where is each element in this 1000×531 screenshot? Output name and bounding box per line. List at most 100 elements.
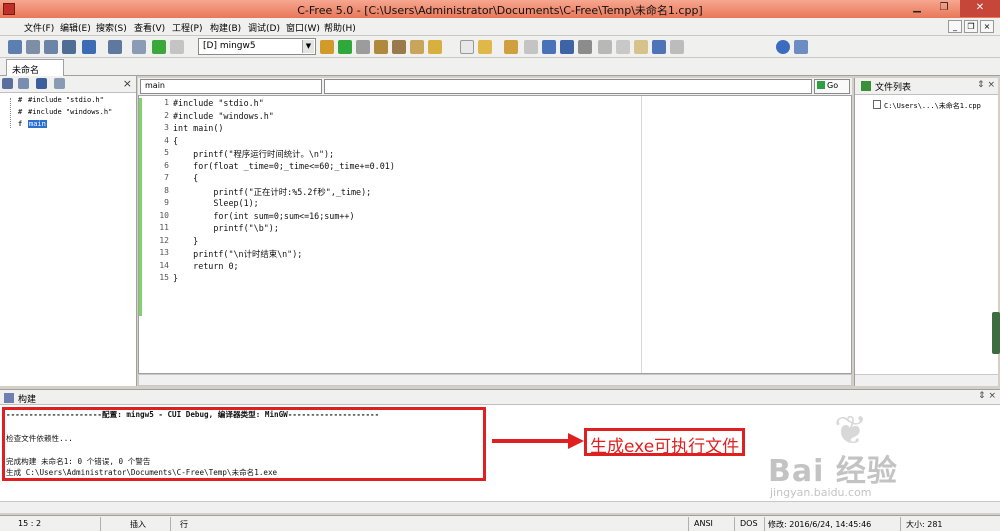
mdi-close-button[interactable]: × — [980, 20, 994, 33]
redo-icon[interactable] — [670, 40, 684, 54]
code-icon[interactable] — [108, 40, 122, 54]
file-list-panel: 文件列表 ⇕ × C:\Users\...\未命名1.cpp — [854, 78, 998, 386]
file-icon — [873, 100, 881, 109]
close-button[interactable]: ✕ — [960, 0, 1000, 17]
back-icon[interactable] — [152, 40, 166, 54]
code-line: { — [173, 173, 199, 183]
symbol-main[interactable]: f main — [18, 120, 47, 132]
sort-icon[interactable] — [2, 78, 13, 89]
code-line: printf("\b"); — [173, 223, 279, 233]
replace-icon[interactable] — [26, 40, 40, 54]
file-list-item[interactable]: C:\Users\...\未命名1.cpp — [873, 100, 981, 111]
save-icon[interactable] — [542, 40, 556, 54]
code-line: printf("\n计时结束\n"); — [173, 249, 303, 259]
symbol-label: #include "windows.h" — [28, 108, 113, 116]
help-icon[interactable] — [776, 40, 790, 54]
tab-untitled1-cpp[interactable]: 未命名1.cpp — [6, 59, 64, 86]
symbol-include-stdio[interactable]: # #include "stdio.h" — [18, 96, 104, 108]
go-label: Go — [827, 81, 839, 90]
format-icon[interactable] — [132, 40, 146, 54]
menu-debug[interactable]: 调试(D) — [248, 21, 280, 34]
breakpoint-icon[interactable] — [428, 40, 442, 54]
member-select[interactable] — [324, 79, 812, 94]
find-icon[interactable] — [8, 40, 22, 54]
symbol-select-value: main — [145, 81, 165, 90]
menu-view[interactable]: 查看(V) — [134, 21, 165, 34]
run-icon[interactable] — [338, 40, 352, 54]
menu-edit[interactable]: 编辑(E) — [60, 21, 91, 34]
change-bar — [139, 98, 142, 316]
code-line: Sleep(1); — [173, 198, 259, 208]
side-handle[interactable] — [992, 312, 1000, 354]
symbol-label: main — [28, 120, 47, 128]
copy-icon[interactable] — [616, 40, 630, 54]
context-help-icon[interactable] — [794, 40, 808, 54]
build-icon[interactable] — [374, 40, 388, 54]
line-number: 2 — [164, 110, 169, 120]
new-file-icon[interactable] — [460, 40, 474, 54]
find-in-files-icon[interactable] — [44, 40, 58, 54]
print-icon[interactable] — [578, 40, 592, 54]
code-line: printf("正在计时:%5.2f秒",_time); — [173, 186, 372, 197]
file-list-title: 文件列表 — [875, 83, 912, 93]
symbol-include-windows[interactable]: # #include "windows.h" — [18, 108, 112, 120]
refresh-icon[interactable] — [54, 78, 65, 89]
paste-icon[interactable] — [634, 40, 648, 54]
minimize-button[interactable]: ▁ — [904, 0, 930, 17]
view-icon[interactable] — [36, 78, 47, 89]
menu-help[interactable]: 帮助(H) — [324, 21, 356, 34]
stop-icon[interactable] — [356, 40, 370, 54]
arrow-icon — [568, 433, 584, 449]
menu-project[interactable]: 工程(P) — [172, 21, 202, 34]
line-number: 8 — [164, 185, 169, 195]
rebuild-icon[interactable] — [392, 40, 406, 54]
file-list-header: 文件列表 ⇕ × — [855, 78, 998, 95]
code-line: return 0; — [173, 260, 239, 271]
debug-icon[interactable] — [410, 40, 424, 54]
compile-icon[interactable] — [320, 40, 334, 54]
cut-icon[interactable] — [598, 40, 612, 54]
symbol-select[interactable]: main — [140, 79, 322, 94]
pin-close-icon[interactable]: ⇕ × — [977, 80, 995, 90]
editor-horizontal-scrollbar[interactable] — [138, 374, 852, 386]
go-icon — [817, 81, 825, 89]
close-file-icon[interactable] — [524, 40, 538, 54]
code-editor[interactable]: 1 2 3 4 5 6 7 8 9 10 11 12 13 14 15 #inc… — [138, 95, 852, 374]
line-number: 5 — [164, 148, 169, 157]
close-icon[interactable]: × — [123, 77, 132, 90]
go-button[interactable]: Go — [814, 79, 850, 94]
open-file-icon[interactable] — [478, 40, 492, 54]
code-line: #include "windows.h" — [173, 110, 274, 121]
arrow-shaft — [492, 439, 570, 443]
include-icon: # — [18, 108, 23, 116]
mdi-restore-button[interactable]: ❐ — [964, 20, 978, 33]
code-line: #include "stdio.h" — [173, 98, 264, 108]
encoding: ANSI — [694, 519, 713, 528]
menu-build[interactable]: 构建(B) — [210, 21, 241, 34]
open-project-icon[interactable] — [504, 40, 518, 54]
modified-time: 修改: 2016/6/24, 14:45:46 — [768, 520, 872, 529]
configuration-select[interactable]: [D] mingw5 ▼ — [198, 38, 316, 55]
pin-close-icon[interactable]: ⇕ × — [978, 391, 996, 401]
chevron-down-icon[interactable]: ▼ — [302, 40, 314, 53]
line-number: 10 — [159, 210, 169, 220]
tools-icon[interactable] — [82, 40, 96, 54]
line-number: 15 — [159, 273, 169, 282]
filter-icon[interactable] — [18, 78, 29, 89]
maximize-button[interactable]: ❐ — [931, 0, 957, 17]
mdi-minimize-button[interactable]: _ — [948, 20, 962, 33]
forward-icon[interactable] — [170, 40, 184, 54]
save-all-icon[interactable] — [560, 40, 574, 54]
file-list-scrollbar[interactable] — [855, 374, 998, 386]
highlight-box — [2, 407, 486, 481]
line-ending: DOS — [740, 519, 758, 528]
code-line: } — [173, 273, 179, 283]
menu-search[interactable]: 搜索(S) — [96, 21, 127, 34]
include-icon: # — [18, 96, 23, 104]
bookmark-icon[interactable] — [62, 40, 76, 54]
menu-file[interactable]: 文件(F) — [24, 21, 54, 34]
undo-icon[interactable] — [652, 40, 666, 54]
line-number: 1 — [164, 98, 169, 107]
title-bar: C-Free 5.0 - [C:\Users\Administrator\Doc… — [0, 0, 1000, 18]
menu-window[interactable]: 窗口(W) — [286, 21, 320, 34]
